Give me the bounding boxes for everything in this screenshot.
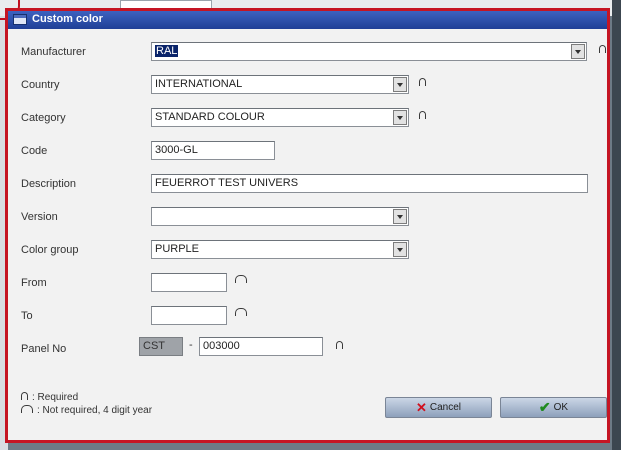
panel-separator: - bbox=[189, 339, 193, 351]
version-select[interactable] bbox=[151, 207, 409, 226]
year-marker-icon bbox=[235, 308, 247, 316]
required-marker-icon bbox=[419, 78, 426, 86]
green-check-icon: ✔ bbox=[538, 399, 551, 415]
legend-year-text: : Not required, 4 digit year bbox=[37, 405, 153, 417]
ok-button[interactable]: ✔ OK bbox=[500, 397, 607, 418]
category-select[interactable]: STANDARD COLOUR bbox=[151, 108, 409, 127]
to-label: To bbox=[21, 310, 33, 322]
category-label: Category bbox=[21, 112, 66, 124]
version-label: Version bbox=[21, 211, 58, 223]
chevron-down-icon[interactable] bbox=[393, 110, 407, 125]
legend-required-text: : Required bbox=[32, 392, 79, 404]
chevron-down-icon[interactable] bbox=[571, 44, 585, 59]
chevron-down-icon[interactable] bbox=[393, 209, 407, 224]
panel-no-input[interactable]: 003000 bbox=[199, 337, 323, 356]
year-marker-icon bbox=[235, 275, 247, 283]
legend-required: : Required bbox=[21, 392, 78, 403]
custom-color-dialog: Custom color Manufacturer RAL Country IN… bbox=[5, 8, 610, 443]
required-marker-icon bbox=[336, 341, 343, 349]
required-marker-icon bbox=[599, 45, 606, 53]
color-group-value: PURPLE bbox=[155, 243, 200, 255]
description-label: Description bbox=[21, 178, 77, 190]
manufacturer-select[interactable]: RAL bbox=[151, 42, 587, 61]
manufacturer-label: Manufacturer bbox=[21, 46, 86, 58]
legend-year: : Not required, 4 digit year bbox=[21, 405, 152, 416]
chevron-down-icon[interactable] bbox=[393, 77, 407, 92]
chevron-down-icon[interactable] bbox=[393, 242, 407, 257]
color-window-icon bbox=[13, 14, 27, 25]
code-label: Code bbox=[21, 145, 48, 157]
panel-prefix: CST bbox=[139, 337, 183, 356]
code-input[interactable]: 3000-GL bbox=[151, 141, 275, 160]
country-select[interactable]: INTERNATIONAL bbox=[151, 75, 409, 94]
from-label: From bbox=[21, 277, 47, 289]
required-marker-icon bbox=[419, 111, 426, 119]
window-title: Custom color bbox=[32, 13, 103, 25]
country-label: Country bbox=[21, 79, 60, 91]
background-window-right bbox=[612, 0, 621, 450]
title-bar[interactable]: Custom color bbox=[8, 11, 607, 29]
country-value: INTERNATIONAL bbox=[155, 78, 243, 90]
cancel-label: Cancel bbox=[429, 402, 462, 413]
ok-label: OK bbox=[553, 402, 569, 413]
required-marker-icon bbox=[21, 392, 28, 403]
color-group-label: Color group bbox=[21, 244, 79, 256]
to-input[interactable] bbox=[151, 306, 227, 325]
from-input[interactable] bbox=[151, 273, 227, 292]
category-value: STANDARD COLOUR bbox=[155, 111, 265, 123]
color-group-select[interactable]: PURPLE bbox=[151, 240, 409, 259]
red-x-icon: ✕ bbox=[415, 399, 427, 415]
description-input[interactable]: FEUERROT TEST UNIVERS bbox=[151, 174, 588, 193]
panel-no-label: Panel No bbox=[21, 343, 67, 355]
manufacturer-value: RAL bbox=[155, 45, 179, 57]
cancel-button[interactable]: ✕ Cancel bbox=[385, 397, 492, 418]
year-marker-icon bbox=[21, 405, 33, 416]
